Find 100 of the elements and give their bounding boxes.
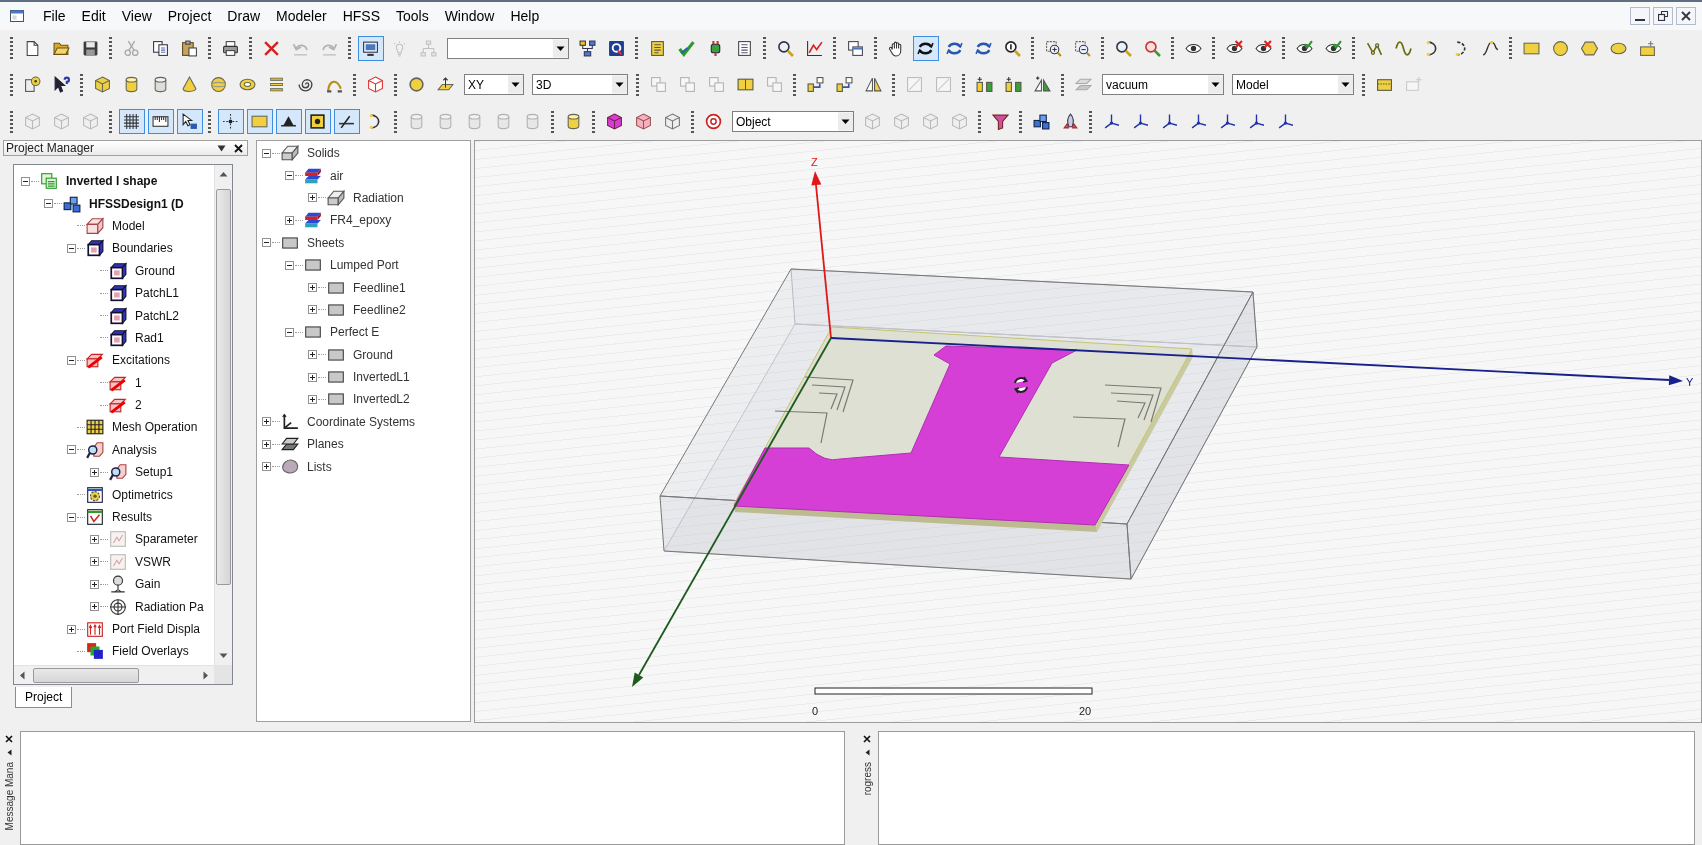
- tree-item[interactable]: PatchL1: [135, 286, 180, 301]
- minus-box-icon[interactable]: [262, 238, 271, 248]
- tree-item[interactable]: Mesh Operation: [112, 420, 198, 435]
- tree-item[interactable]: Optimetrics: [112, 487, 173, 502]
- dropdown-arrow-icon[interactable]: [217, 143, 226, 153]
- scrollbar-thumb[interactable]: [216, 189, 231, 585]
- tree-item[interactable]: Results: [112, 510, 152, 525]
- left-arrow-icon[interactable]: [19, 670, 25, 680]
- minus-box-icon[interactable]: [285, 171, 294, 181]
- plus-box-icon[interactable]: [262, 439, 271, 449]
- panel-tab[interactable]: Project: [15, 687, 73, 708]
- menu-item[interactable]: Help: [502, 5, 548, 27]
- plus-box-icon[interactable]: [262, 417, 271, 427]
- tree-item[interactable]: Sheets: [307, 235, 345, 250]
- plus-box-icon[interactable]: [308, 372, 317, 382]
- close-button[interactable]: [1676, 7, 1696, 25]
- menu-item[interactable]: Edit: [73, 5, 114, 27]
- toolbar-button[interactable]: [304, 109, 331, 134]
- tree-item[interactable]: Radiation Pa: [135, 599, 204, 614]
- right-arrow-icon[interactable]: [203, 670, 209, 680]
- menu-item[interactable]: Window: [436, 5, 503, 27]
- plus-box-icon[interactable]: [90, 579, 99, 589]
- plus-box-icon[interactable]: [285, 215, 294, 225]
- plus-box-icon[interactable]: [308, 395, 317, 404]
- dropdown[interactable]: vacuum: [1102, 74, 1224, 95]
- plus-box-icon[interactable]: [308, 350, 317, 360]
- menu-item[interactable]: Draw: [219, 5, 269, 27]
- down-arrow-icon[interactable]: [219, 653, 228, 659]
- close-icon[interactable]: [863, 735, 871, 743]
- tree-item[interactable]: Boundaries: [112, 241, 173, 256]
- tree-item[interactable]: FR4_epoxy: [330, 213, 392, 228]
- up-arrow-icon[interactable]: [219, 171, 228, 177]
- minus-box-icon[interactable]: [44, 199, 53, 209]
- minus-box-icon[interactable]: [67, 355, 76, 365]
- minus-box-icon[interactable]: [21, 176, 30, 186]
- plus-box-icon[interactable]: [90, 467, 99, 477]
- tree-item[interactable]: Analysis: [112, 442, 157, 457]
- plus-box-icon[interactable]: [262, 462, 271, 472]
- plus-box-icon[interactable]: [308, 283, 317, 293]
- tree-item[interactable]: Feedline1: [353, 280, 406, 295]
- plus-box-icon[interactable]: [90, 557, 99, 567]
- tree-item[interactable]: HFSSDesign1 (D: [89, 196, 184, 211]
- dropdown[interactable]: XY: [464, 74, 524, 95]
- minus-box-icon[interactable]: [285, 327, 294, 337]
- close-icon[interactable]: [5, 735, 13, 743]
- plus-box-icon[interactable]: [308, 193, 317, 203]
- menu-item[interactable]: Modeler: [268, 5, 335, 27]
- tree-item[interactable]: Coordinate Systems: [307, 414, 416, 429]
- tree-item[interactable]: Perfect E: [330, 325, 380, 340]
- left-arrow-icon[interactable]: [6, 749, 12, 756]
- dropdown[interactable]: 3D: [532, 74, 628, 95]
- close-icon[interactable]: [234, 143, 243, 153]
- tree-item[interactable]: VSWR: [135, 554, 171, 569]
- restore-button[interactable]: [1653, 7, 1673, 25]
- toolbar-button[interactable]: [176, 109, 203, 134]
- tree-item[interactable]: Rad1: [135, 330, 164, 345]
- toolbar-button[interactable]: [333, 109, 360, 134]
- tree-item[interactable]: Setup1: [135, 465, 174, 480]
- tree-item[interactable]: Port Field Displa: [112, 622, 201, 636]
- toolbar-button[interactable]: [217, 109, 244, 134]
- toolbar-button[interactable]: [118, 109, 145, 134]
- tree-item[interactable]: Inverted I shape: [66, 174, 158, 189]
- tree-item[interactable]: Gain: [135, 577, 161, 592]
- toolbar-button[interactable]: [147, 109, 174, 134]
- tree-item[interactable]: InvertedL2: [353, 392, 410, 407]
- tree-item[interactable]: Model: [112, 218, 145, 233]
- menu-item[interactable]: Tools: [387, 5, 437, 27]
- dropdown[interactable]: Object: [732, 111, 854, 132]
- scrollbar-thumb[interactable]: [33, 667, 139, 683]
- tree-item[interactable]: 2: [135, 398, 142, 413]
- horizontal-scrollbar[interactable]: [14, 665, 214, 684]
- menu-item[interactable]: HFSS: [334, 5, 388, 27]
- tree-item[interactable]: Field Overlays: [112, 644, 189, 659]
- tree-item[interactable]: Excitations: [112, 353, 171, 368]
- tree-item[interactable]: Feedline2: [353, 302, 406, 317]
- plus-box-icon[interactable]: [90, 534, 99, 544]
- menu-item[interactable]: Project: [159, 5, 220, 27]
- minus-box-icon[interactable]: [67, 243, 76, 253]
- minus-box-icon[interactable]: [67, 445, 76, 455]
- tree-item[interactable]: air: [330, 168, 344, 183]
- tree-item[interactable]: InvertedL1: [353, 370, 410, 385]
- toolbar-button[interactable]: [275, 109, 302, 134]
- minus-box-icon[interactable]: [67, 512, 76, 522]
- tree-item[interactable]: Solids: [307, 146, 340, 161]
- minimize-button[interactable]: [1630, 7, 1650, 25]
- toolbar-button[interactable]: [357, 35, 384, 61]
- menu-item[interactable]: File: [35, 5, 74, 27]
- plus-box-icon[interactable]: [67, 624, 76, 634]
- toolbar-button[interactable]: [912, 35, 939, 61]
- tree-item[interactable]: Planes: [307, 437, 344, 452]
- minus-box-icon[interactable]: [285, 260, 294, 270]
- dropdown[interactable]: Model: [1232, 74, 1354, 95]
- tree-item[interactable]: PatchL2: [135, 308, 180, 323]
- tree-item[interactable]: Sparameter: [135, 532, 198, 547]
- menu-item[interactable]: View: [113, 5, 160, 27]
- minus-box-icon[interactable]: [262, 148, 271, 158]
- tree-item[interactable]: Radiation: [353, 190, 404, 205]
- tree-item[interactable]: 1: [135, 375, 142, 390]
- vertical-scrollbar[interactable]: [214, 165, 232, 665]
- left-arrow-icon[interactable]: [864, 749, 870, 756]
